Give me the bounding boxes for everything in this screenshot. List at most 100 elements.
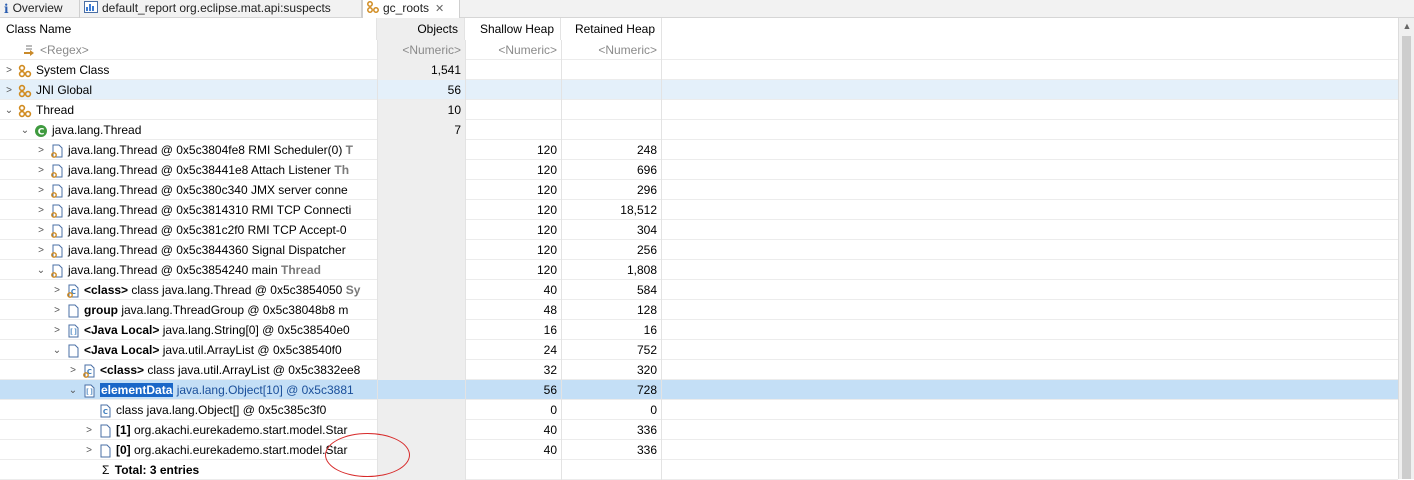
chevron-down-icon[interactable]: ⌄ — [52, 341, 62, 360]
close-icon[interactable]: ✕ — [435, 3, 444, 15]
field-name: <Java Local> — [84, 343, 160, 357]
retained-value: 336 — [561, 420, 662, 440]
column-objects[interactable]: Objects — [377, 18, 465, 40]
vertical-scrollbar[interactable]: ▲ — [1398, 18, 1414, 479]
objects-value — [377, 220, 465, 240]
thread-object-icon — [50, 144, 64, 158]
table-row[interactable]: > [1] org.akachi.eurekademo.start.model.S… — [0, 420, 1398, 440]
row-label: java.lang.Thread @ 0x5c3854240 main — [68, 263, 281, 277]
table-row[interactable]: ⌄ Thread 10 — [0, 100, 1398, 120]
table-header: Class Name Objects Shallow Heap Retained… — [0, 18, 1398, 40]
thread-object-icon — [50, 264, 64, 278]
column-class-name[interactable]: Class Name — [0, 18, 377, 40]
svg-text:C: C — [103, 408, 108, 416]
shallow-value — [465, 60, 561, 80]
total-row: Σ Total: 3 entries — [0, 460, 1398, 480]
chevron-right-icon[interactable]: > — [4, 81, 14, 100]
table-row[interactable]: > group java.lang.ThreadGroup @ 0x5c38048… — [0, 300, 1398, 320]
table-row[interactable]: > System Class 1,541 — [0, 60, 1398, 80]
table-row[interactable]: > [] <Java Local> java.lang.String[0] @ 0x… — [0, 320, 1398, 340]
chevron-right-icon[interactable]: > — [36, 241, 46, 260]
thread-name-suffix: Sy — [345, 283, 361, 297]
object-icon — [66, 304, 80, 318]
table-row[interactable]: > JNI Global 56 — [0, 80, 1398, 100]
retained-value: 248 — [561, 140, 662, 160]
retained-value: 304 — [561, 220, 662, 240]
objects-value — [377, 340, 465, 360]
shallow-value: 120 — [465, 240, 561, 260]
chevron-right-icon[interactable]: > — [36, 141, 46, 160]
objects-value: 1,541 — [377, 60, 465, 80]
table-row[interactable]: > C <class> class java.util.ArrayList @ 0x… — [0, 360, 1398, 380]
scrollbar-thumb[interactable] — [1402, 36, 1411, 479]
retained-value — [561, 100, 662, 120]
column-shallow-heap[interactable]: Shallow Heap — [465, 18, 561, 40]
objects-value — [377, 160, 465, 180]
retained-filter-input[interactable]: <Numeric> — [561, 40, 662, 60]
table-row[interactable]: > java.lang.Thread @ 0x5c38441e8 Attach L… — [0, 160, 1398, 180]
shallow-value: 120 — [465, 140, 561, 160]
shallow-filter-input[interactable]: <Numeric> — [465, 40, 561, 60]
row-label: java.lang.Thread — [52, 123, 142, 137]
chevron-right-icon[interactable]: > — [84, 421, 94, 440]
table-row[interactable]: > [0] org.akachi.eurekademo.start.model.S… — [0, 440, 1398, 460]
chevron-right-icon[interactable]: > — [68, 361, 78, 380]
table-row[interactable]: ⌄ java.lang.Thread @ 0x5c3854240 main Thr… — [0, 260, 1398, 280]
retained-value: 1,808 — [561, 260, 662, 280]
chevron-down-icon[interactable]: ⌄ — [4, 101, 14, 120]
chevron-right-icon[interactable]: > — [4, 61, 14, 80]
chevron-right-icon[interactable]: > — [52, 321, 62, 340]
row-label: java.lang.ThreadGroup @ 0x5c38048b8 m — [118, 303, 349, 317]
objects-value — [377, 180, 465, 200]
table-row-selected[interactable]: ⌄ [] elementData java.lang.Object[10] @ 0x… — [0, 380, 1398, 400]
object-icon — [98, 444, 112, 458]
shallow-value: 40 — [465, 440, 561, 460]
chevron-right-icon[interactable]: > — [36, 161, 46, 180]
table-row[interactable]: > java.lang.Thread @ 0x5c3814310 RMI TCP … — [0, 200, 1398, 220]
tab-overview[interactable]: i Overview — [0, 0, 80, 18]
chevron-down-icon[interactable]: ⌄ — [20, 121, 30, 140]
chevron-down-icon[interactable]: ⌄ — [68, 381, 78, 400]
thread-object-icon — [50, 224, 64, 238]
array-icon: [] — [82, 384, 96, 398]
chevron-down-icon[interactable]: ⌄ — [36, 261, 46, 280]
regex-filter-input[interactable]: <Regex> — [40, 43, 89, 57]
shallow-value: 16 — [465, 320, 561, 340]
gc-roots-icon — [367, 0, 379, 17]
info-icon: i — [4, 1, 9, 16]
retained-value — [561, 60, 662, 80]
table-row[interactable]: > C <class> class java.lang.Thread @ 0x5c3… — [0, 280, 1398, 300]
table-row[interactable]: > java.lang.Thread @ 0x5c381c2f0 RMI TCP … — [0, 220, 1398, 240]
shallow-value: 40 — [465, 420, 561, 440]
thread-object-icon — [50, 184, 64, 198]
objects-value — [377, 320, 465, 340]
column-retained-heap[interactable]: Retained Heap — [561, 18, 662, 40]
class-object-icon: C — [98, 404, 112, 418]
table-row[interactable]: > java.lang.Thread @ 0x5c380c340 JMX serv… — [0, 180, 1398, 200]
chevron-right-icon[interactable]: > — [52, 281, 62, 300]
row-label: class java.util.ArrayList @ 0x5c3832ee8 — [144, 363, 361, 377]
table-row[interactable]: ⌄ Cjava.lang.Thread 7 — [0, 120, 1398, 140]
chevron-right-icon[interactable]: > — [36, 181, 46, 200]
row-label: JNI Global — [36, 83, 93, 97]
thread-object-icon — [50, 244, 64, 258]
chevron-right-icon[interactable]: > — [36, 201, 46, 220]
retained-value: 752 — [561, 340, 662, 360]
chevron-right-icon[interactable]: > — [36, 221, 46, 240]
tab-overview-label: Overview — [12, 1, 63, 15]
table-row[interactable]: > java.lang.Thread @ 0x5c3804fe8 RMI Sche… — [0, 140, 1398, 160]
table-row[interactable]: > java.lang.Thread @ 0x5c3844360 Signal D… — [0, 240, 1398, 260]
row-label: java.lang.Thread @ 0x5c381c2f0 RMI TCP A… — [68, 223, 347, 237]
objects-filter-input[interactable]: <Numeric> — [377, 40, 465, 60]
retained-value: 256 — [561, 240, 662, 260]
row-label: class java.lang.Object[] @ 0x5c385c3f0 — [116, 403, 327, 417]
table-row[interactable]: ⌄ <Java Local> java.util.ArrayList @ 0x5c… — [0, 340, 1398, 360]
scroll-up-arrow-icon[interactable]: ▲ — [1399, 18, 1414, 34]
table-row[interactable]: Cclass java.lang.Object[] @ 0x5c385c3f0 … — [0, 400, 1398, 420]
tab-default-report[interactable]: default_report org.eclipse.mat.api:suspe… — [80, 0, 362, 18]
chevron-right-icon[interactable]: > — [84, 441, 94, 460]
retained-value: 336 — [561, 440, 662, 460]
tab-gc-roots[interactable]: gc_roots ✕ — [362, 0, 460, 19]
objects-value — [377, 300, 465, 320]
chevron-right-icon[interactable]: > — [52, 301, 62, 320]
